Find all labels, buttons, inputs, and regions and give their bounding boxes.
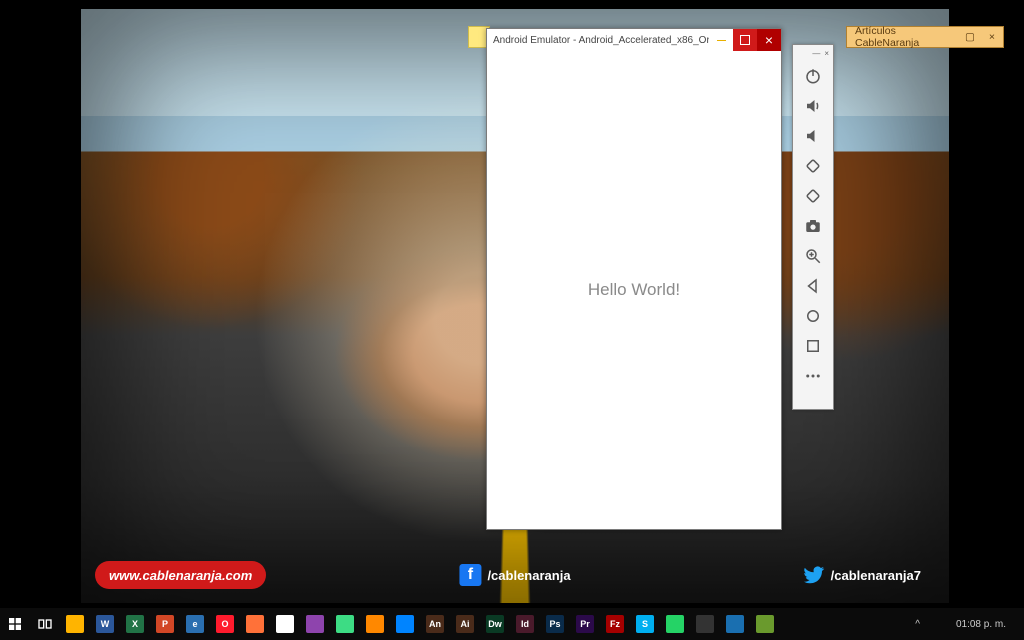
chrome-icon[interactable]	[270, 608, 300, 640]
rotate-right-icon[interactable]	[798, 182, 828, 210]
emulator-toolbar: —×	[792, 44, 834, 410]
opera-icon[interactable]: O	[210, 608, 240, 640]
battery-icon[interactable]	[750, 608, 780, 640]
vlc-icon[interactable]	[360, 608, 390, 640]
facebook-text: /cablenaranja	[487, 568, 570, 583]
power-icon[interactable]	[798, 62, 828, 90]
whatsapp-icon[interactable]	[660, 608, 690, 640]
animate-icon[interactable]: An	[420, 608, 450, 640]
indesign-icon[interactable]: Id	[510, 608, 540, 640]
articulos-window-titlebar[interactable]: Artículos CableNaranja ▢ ×	[846, 26, 1004, 48]
app-label: Hello World!	[588, 280, 680, 300]
zoom-icon[interactable]	[798, 242, 828, 270]
twitter-handle: /cablenaranja7	[789, 561, 935, 589]
more-icon[interactable]	[798, 362, 828, 390]
rotate-left-icon[interactable]	[798, 152, 828, 180]
overview-icon[interactable]	[798, 332, 828, 360]
dreamweaver-icon[interactable]: Dw	[480, 608, 510, 640]
messenger-icon[interactable]	[390, 608, 420, 640]
taskview-button[interactable]	[30, 608, 60, 640]
android-emulator-window[interactable]: Android Emulator - Android_Accelerated_x…	[486, 28, 782, 530]
twitter-icon	[803, 564, 825, 586]
tray-expand-icon[interactable]: ^	[909, 608, 926, 640]
toolbar-minimize-icon[interactable]: —	[812, 49, 820, 58]
settings-icon[interactable]	[690, 608, 720, 640]
excel-icon[interactable]: X	[120, 608, 150, 640]
back-icon[interactable]	[798, 272, 828, 300]
articulos-maximize-button[interactable]: ▢	[959, 31, 981, 43]
website-pill: www.cablenaranja.com	[95, 561, 266, 589]
volume-down-icon[interactable]	[798, 122, 828, 150]
androidstudio-icon[interactable]	[330, 608, 360, 640]
firefox-icon[interactable]	[240, 608, 270, 640]
emulator-screen[interactable]: Hello World!	[487, 51, 781, 529]
home-icon[interactable]	[798, 302, 828, 330]
camera-icon[interactable]	[798, 212, 828, 240]
taskbar: WXPeO AnAiDwIdPsPrFzS ^ 01:08 p. m.	[0, 608, 1024, 640]
file-explorer-icon[interactable]	[60, 608, 90, 640]
facebook-icon: f	[459, 564, 481, 586]
tray-volume-icon[interactable]	[938, 608, 950, 640]
weather-icon[interactable]	[720, 608, 750, 640]
skype-icon[interactable]: S	[630, 608, 660, 640]
articulos-title: Artículos CableNaranja	[847, 25, 959, 49]
powerpoint-icon[interactable]: P	[150, 608, 180, 640]
facebook-handle: f /cablenaranja	[445, 561, 584, 589]
toolbar-close-icon[interactable]: ×	[824, 49, 829, 58]
maximize-button[interactable]	[733, 29, 757, 51]
illustrator-icon[interactable]: Ai	[450, 608, 480, 640]
volume-up-icon[interactable]	[798, 92, 828, 120]
visualstudio-icon[interactable]	[300, 608, 330, 640]
twitter-text: /cablenaranja7	[831, 568, 921, 583]
tray-network-icon[interactable]	[926, 608, 938, 640]
start-button[interactable]	[0, 608, 30, 640]
emulator-titlebar[interactable]: Android Emulator - Android_Accelerated_x…	[487, 29, 781, 51]
photoshop-icon[interactable]: Ps	[540, 608, 570, 640]
close-button[interactable]: ×	[757, 29, 781, 51]
articulos-close-button[interactable]: ×	[981, 31, 1003, 43]
minimize-button[interactable]	[709, 29, 733, 51]
tray-notifications-icon[interactable]	[1012, 608, 1024, 640]
word-icon[interactable]: W	[90, 608, 120, 640]
tray-clock[interactable]: 01:08 p. m.	[950, 608, 1012, 640]
premiere-icon[interactable]: Pr	[570, 608, 600, 640]
emulator-title: Android Emulator - Android_Accelerated_x…	[487, 35, 709, 46]
filezilla-icon[interactable]: Fz	[600, 608, 630, 640]
edge-icon[interactable]: e	[180, 608, 210, 640]
